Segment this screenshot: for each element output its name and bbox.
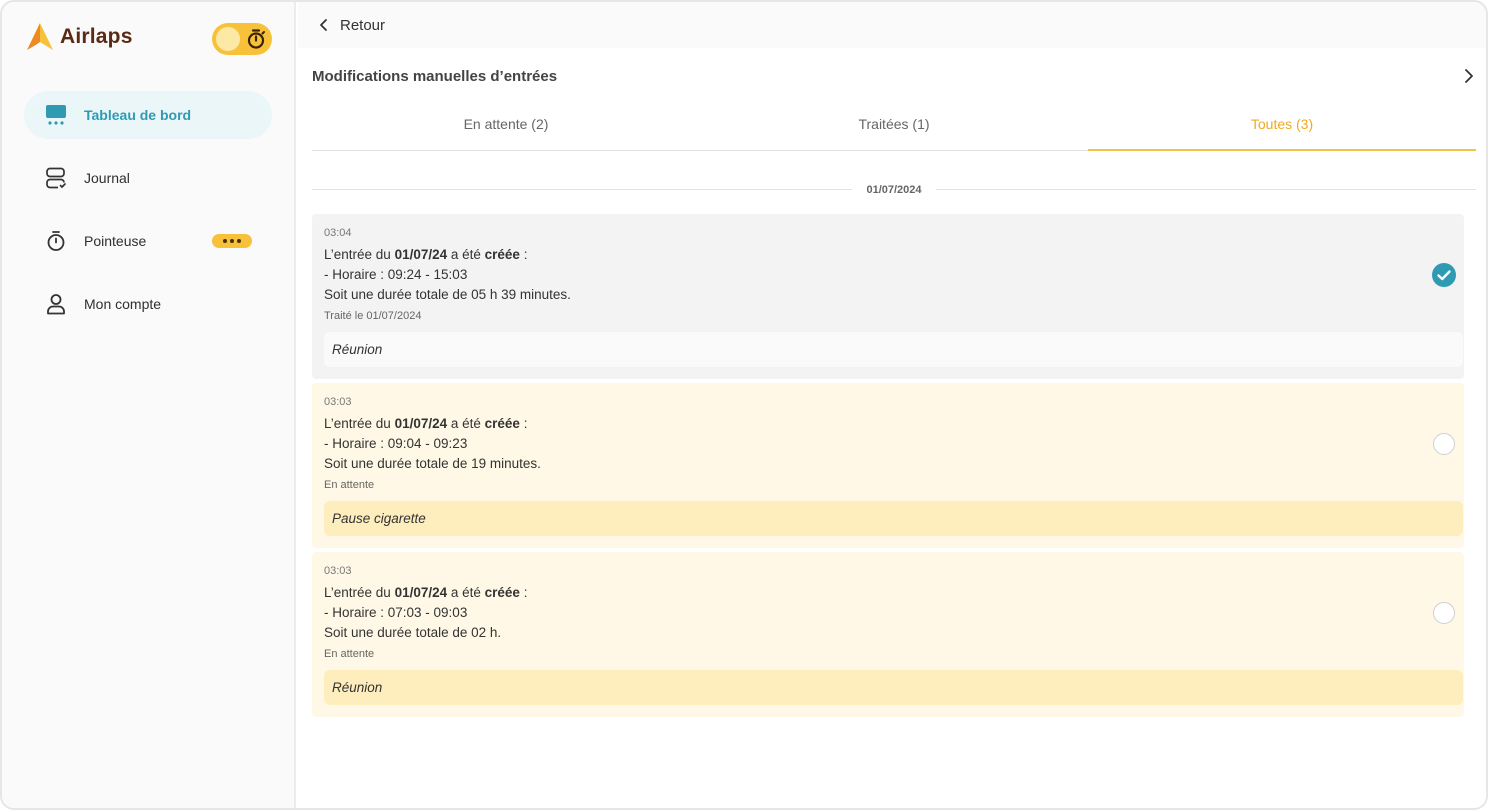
back-label: Retour	[340, 16, 386, 34]
sidebar-item-label: Mon compte	[84, 296, 162, 312]
tab-processed[interactable]: Traitées (1)	[700, 102, 1088, 150]
brand-logo[interactable]: Airlaps	[24, 22, 133, 52]
entry-description: L’entrée du 01/07/24 a été créée :	[324, 416, 528, 431]
entry-schedule: - Horaire : 09:04 - 09:23	[324, 436, 468, 451]
sidebar: Airlaps Tableau de bord Journal Pointeus…	[2, 2, 296, 808]
journal-icon	[44, 166, 68, 190]
back-button[interactable]: Retour	[318, 17, 385, 34]
date-group-label: 01/07/2024	[852, 184, 936, 196]
sidebar-item-pointeuse[interactable]: Pointeuse	[24, 217, 272, 265]
tab-all[interactable]: Toutes (3)	[1088, 102, 1476, 151]
entry-checkbox[interactable]	[1432, 263, 1456, 287]
tab-pending[interactable]: En attente (2)	[312, 102, 700, 150]
entry-checkbox[interactable]	[1432, 432, 1456, 456]
entry-card: 03:03 L’entrée du 01/07/24 a été créée :…	[312, 383, 1464, 548]
entry-time: 03:03	[324, 565, 352, 577]
empty-circle-icon	[1433, 433, 1455, 455]
sidebar-item-account[interactable]: Mon compte	[24, 280, 272, 328]
stopwatch-icon	[247, 29, 265, 49]
toggle-knob	[216, 27, 240, 51]
entry-time: 03:04	[324, 227, 352, 239]
entry-status: En attente	[324, 479, 375, 491]
entry-status: En attente	[324, 648, 375, 660]
entry-schedule: - Horaire : 07:03 - 09:03	[324, 605, 468, 620]
brand-name: Airlaps	[60, 25, 133, 48]
chevron-left-icon	[320, 19, 327, 31]
entry-schedule: - Horaire : 09:24 - 15:03	[324, 267, 468, 282]
entry-duration: Soit une durée totale de 05 h 39 minutes…	[324, 287, 571, 302]
chevron-right-icon[interactable]	[1462, 68, 1476, 84]
section-header[interactable]: Modifications manuelles d’entrées	[312, 58, 1476, 94]
entry-duration: Soit une durée totale de 02 h.	[324, 625, 502, 640]
more-dots-badge[interactable]	[212, 234, 252, 248]
sidebar-item-label: Tableau de bord	[84, 107, 192, 123]
date-separator: 01/07/2024	[312, 180, 1476, 200]
entry-reason: Réunion	[324, 332, 1463, 367]
app-window: Airlaps Tableau de bord Journal Pointeus…	[0, 0, 1488, 810]
topbar: Retour	[298, 2, 1486, 48]
entry-duration: Soit une durée totale de 19 minutes.	[324, 456, 541, 471]
sidebar-item-label: Pointeuse	[84, 233, 147, 249]
entry-reason: Pause cigarette	[324, 501, 1463, 536]
entry-checkbox[interactable]	[1432, 601, 1456, 625]
main-content: Retour Modifications manuelles d’entrées…	[298, 2, 1486, 808]
entry-status: Traité le 01/07/2024	[324, 310, 422, 322]
entry-description: L’entrée du 01/07/24 a été créée :	[324, 585, 528, 600]
stopwatch-icon	[44, 229, 68, 253]
sidebar-item-label: Journal	[84, 170, 130, 186]
entry-card: 03:03 L’entrée du 01/07/24 a été créée :…	[312, 552, 1464, 717]
sidebar-item-dashboard[interactable]: Tableau de bord	[24, 91, 272, 139]
entry-reason: Réunion	[324, 670, 1463, 705]
empty-circle-icon	[1433, 602, 1455, 624]
entry-time: 03:03	[324, 396, 352, 408]
airlaps-logo-icon	[27, 23, 53, 50]
check-circle-icon	[1432, 263, 1456, 287]
user-icon	[44, 292, 68, 316]
timer-mode-toggle[interactable]	[212, 23, 272, 55]
entry-card: 03:04 L’entrée du 01/07/24 a été créée :…	[312, 214, 1464, 379]
entry-description: L’entrée du 01/07/24 a été créée :	[324, 247, 528, 262]
status-tabs: En attente (2) Traitées (1) Toutes (3)	[312, 102, 1476, 151]
dashboard-icon	[44, 103, 68, 127]
sidebar-item-journal[interactable]: Journal	[24, 154, 272, 202]
page-title: Modifications manuelles d’entrées	[312, 67, 558, 85]
